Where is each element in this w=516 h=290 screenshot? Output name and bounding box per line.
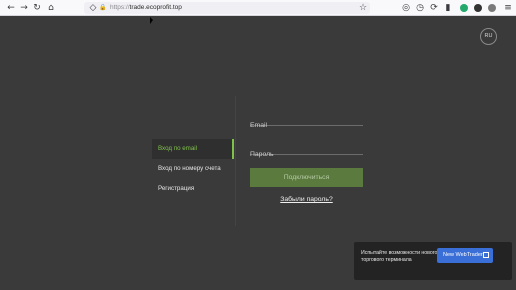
login-method-menu: Вход по email Вход по номеру счета Регис… bbox=[152, 139, 234, 199]
lock-icon[interactable]: 🔒 bbox=[98, 3, 108, 13]
extension-gear-icon[interactable] bbox=[488, 4, 496, 12]
password-field[interactable] bbox=[250, 149, 363, 160]
forward-icon[interactable]: → bbox=[19, 3, 29, 13]
pocket-icon[interactable]: ◎ bbox=[401, 3, 411, 13]
email-field[interactable] bbox=[250, 120, 363, 131]
url-protocol: https:// bbox=[110, 4, 130, 11]
login-page: RU Вход по email Вход по номеру счета Ре… bbox=[0, 16, 516, 290]
history-icon[interactable]: ◷ bbox=[415, 3, 425, 13]
email-field-wrapper bbox=[250, 114, 363, 131]
language-button[interactable]: RU bbox=[480, 28, 497, 45]
sync-icon[interactable]: ⟳ bbox=[429, 3, 439, 13]
password-field-wrapper bbox=[250, 143, 363, 160]
back-icon[interactable]: ← bbox=[6, 3, 16, 13]
shield-icon[interactable]: ◇ bbox=[88, 3, 98, 13]
menu-item-registration[interactable]: Регистрация bbox=[152, 179, 234, 199]
new-webtrader-button[interactable]: New WebTrader bbox=[437, 248, 493, 263]
extension-green-icon[interactable] bbox=[460, 4, 468, 12]
menu-icon[interactable]: ≡ bbox=[503, 3, 513, 13]
url-text[interactable]: https://trade.ecoprofit.top bbox=[110, 3, 182, 13]
menu-item-account-login[interactable]: Вход по номеру счета bbox=[152, 159, 234, 179]
star-icon[interactable]: ☆ bbox=[358, 3, 368, 13]
url-host: trade.ecoprofit.top bbox=[129, 4, 182, 11]
reload-icon[interactable]: ↻ bbox=[32, 3, 42, 13]
form-divider bbox=[235, 96, 236, 226]
external-link-icon bbox=[483, 252, 489, 258]
toolbar-bar-icon[interactable]: ▮ bbox=[443, 3, 453, 13]
promo-text: Испытайте возможности нового торгового т… bbox=[361, 250, 438, 263]
forgot-password-link[interactable]: Забыли пароль? bbox=[250, 196, 363, 203]
connect-button[interactable]: Подключиться bbox=[250, 168, 363, 187]
home-icon[interactable]: ⌂ bbox=[46, 3, 56, 13]
address-bar[interactable]: ◇ 🔒 https://trade.ecoprofit.top ☆ bbox=[84, 2, 370, 14]
browser-toolbar: ← → ↻ ⌂ ◇ 🔒 https://trade.ecoprofit.top … bbox=[0, 0, 516, 16]
webtrader-promo: Испытайте возможности нового торгового т… bbox=[354, 242, 512, 280]
mouse-cursor-icon bbox=[150, 17, 153, 24]
extension-dark-icon[interactable] bbox=[474, 4, 482, 12]
menu-item-email-login[interactable]: Вход по email bbox=[152, 139, 234, 159]
new-webtrader-label: New WebTrader bbox=[443, 252, 483, 258]
